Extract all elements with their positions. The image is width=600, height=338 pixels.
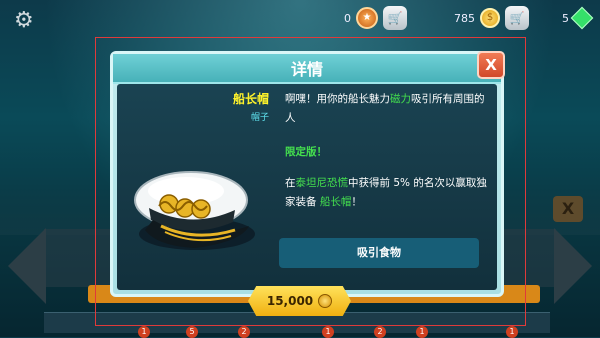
- gem-count: 5: [562, 11, 569, 25]
- dialog-content: 船长帽 帽子 啊嘿！用你的船长魅力磁力吸引所有周围的人 限定版！ 在泰坦尼恐慌中…: [117, 84, 497, 290]
- coin-shop-button[interactable]: 🛒: [505, 6, 529, 30]
- background-close-button[interactable]: X: [553, 196, 583, 222]
- gem-icon: [570, 6, 594, 30]
- captain-hat-icon: [134, 171, 255, 250]
- event-name: 泰坦尼恐慌: [295, 177, 349, 189]
- coin-icon: [318, 294, 333, 308]
- coin-count: 785: [454, 11, 475, 25]
- medal-icon: ★: [356, 7, 378, 29]
- item-description: 啊嘿！用你的船长魅力磁力吸引所有周围的人: [285, 90, 485, 128]
- slot-badge: 1: [138, 326, 150, 338]
- item-name-highlight: 船长帽: [319, 196, 352, 208]
- gem-stat: 5: [562, 6, 594, 30]
- unlock-description: 在泰坦尼恐慌中获得前 5% 的名次以赢取独家装备 船长帽！: [285, 174, 490, 212]
- details-dialog: 详情 X 船长帽 帽子 啊嘿！用你的船长魅力磁力吸引所有周围的人 限定版！ 在泰…: [110, 51, 505, 297]
- desc-highlight: 磁力: [390, 93, 411, 105]
- dialog-title-bar: 详情: [113, 54, 501, 84]
- close-button[interactable]: X: [477, 51, 505, 79]
- dialog-title: 详情: [290, 60, 323, 79]
- desc-text: 啊嘿！用你的船长魅力: [285, 93, 390, 105]
- attract-food-button[interactable]: 吸引食物: [279, 238, 479, 268]
- slot-badge: 1: [416, 326, 428, 338]
- slot-badge: 5: [186, 326, 198, 338]
- medal-stat: 0 ★ 🛒: [344, 6, 407, 30]
- item-type: 帽子: [250, 113, 269, 123]
- gear-icon[interactable]: ⚙: [14, 10, 36, 32]
- coin-icon: $: [480, 8, 500, 28]
- medal-shop-button[interactable]: 🛒: [383, 6, 407, 30]
- slot-badge: 2: [238, 326, 250, 338]
- unlock-text: 在: [285, 177, 296, 189]
- medal-count: 0: [344, 11, 351, 25]
- slot-badge: 1: [322, 326, 334, 338]
- item-name: 船长帽: [232, 92, 269, 106]
- price-button[interactable]: 15,000: [248, 286, 351, 316]
- unlock-text: ！: [351, 196, 362, 208]
- coin-stat: 785 $ 🛒: [454, 6, 529, 30]
- slot-badge: 2: [374, 326, 386, 338]
- slot-badge: 1: [506, 326, 518, 338]
- limited-edition-label: 限定版！: [285, 146, 327, 158]
- price-amount: 15,000: [266, 294, 314, 308]
